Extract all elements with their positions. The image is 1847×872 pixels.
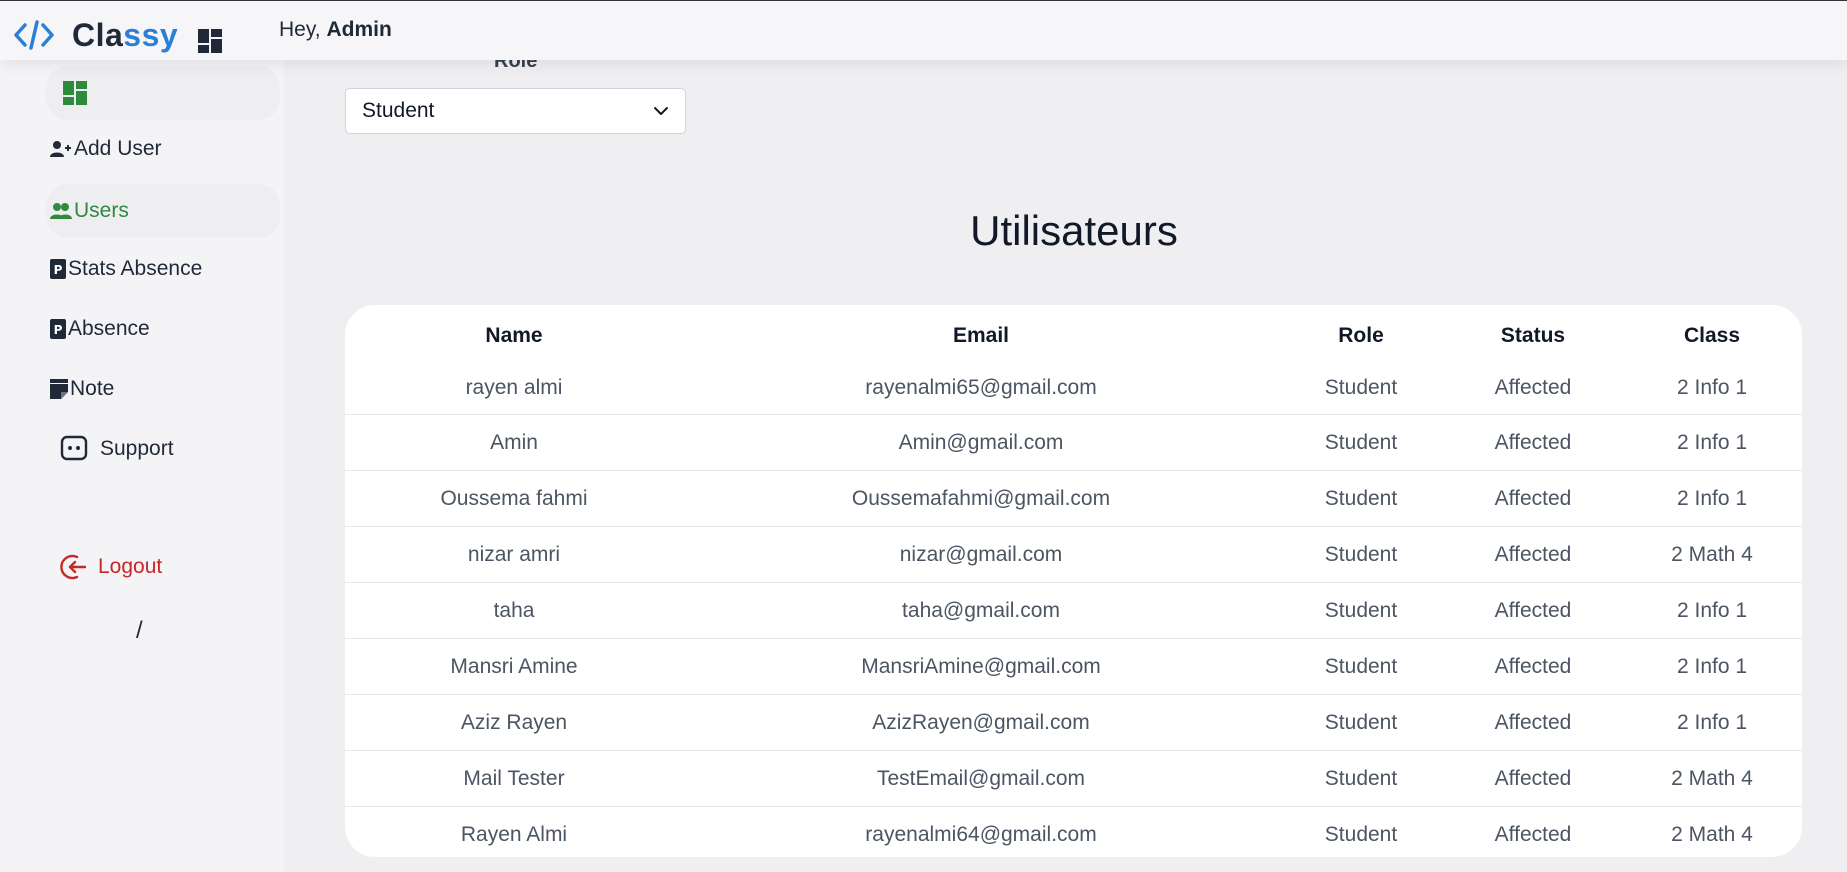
cell-role: Student	[1324, 823, 1398, 846]
cell-email: nizar@gmail.com	[899, 542, 1063, 566]
cell-name: Aziz Rayen	[460, 710, 568, 734]
cell-role: Student	[1324, 486, 1398, 510]
column-header-role[interactable]: Role	[1338, 324, 1384, 348]
cell-name: Mansri Amine	[450, 654, 578, 678]
table-row[interactable]: taha taha@gmail.com Student Affected 2 I…	[345, 583, 1802, 639]
cell-class: 2 Math 4	[1671, 542, 1753, 566]
greeting: Hey, Admin	[279, 18, 392, 42]
cell-email: TestEmail@gmail.com	[876, 766, 1086, 790]
cell-role: Student	[1324, 598, 1398, 622]
cell-status: Affected	[1494, 710, 1572, 734]
cell-role: Student	[1324, 542, 1398, 566]
cell-email: rayenalmi65@gmail.com	[865, 375, 1097, 399]
logo-text-part2: ssy	[123, 17, 179, 53]
cell-role: Student	[1324, 654, 1398, 678]
cell-status: Affected	[1494, 654, 1572, 678]
column-header-email[interactable]: Email	[953, 324, 1009, 348]
sidebar-item-note[interactable]: Note	[46, 362, 280, 416]
cell-name: taha	[493, 598, 535, 622]
cell-class: 2 Info 1	[1676, 486, 1748, 510]
table-row[interactable]: Rayen Almi rayenalmi64@gmail.com Student…	[345, 807, 1802, 857]
cell-status: Affected	[1494, 766, 1572, 790]
sidebar-item-dashboard[interactable]	[46, 66, 280, 120]
cell-status: Affected	[1494, 486, 1572, 510]
sidebar: Add User Users P Stats Absence P Absence…	[0, 60, 284, 872]
cell-role: Student	[1324, 766, 1398, 790]
cell-email: rayenalmi64@gmail.com	[865, 823, 1097, 846]
greeting-user: Admin	[326, 18, 392, 41]
cell-name: nizar amri	[467, 542, 561, 566]
sidebar-item-add-user[interactable]: Add User	[46, 122, 280, 176]
cell-email: Oussemafahmi@gmail.com	[851, 486, 1111, 510]
parking-icon: P	[50, 259, 66, 279]
table-row[interactable]: Mansri Amine MansriAmine@gmail.com Stude…	[345, 639, 1802, 695]
chat-icon	[60, 435, 88, 463]
column-header-status[interactable]: Status	[1501, 324, 1565, 348]
sidebar-item-label: Support	[100, 437, 174, 460]
column-header-class[interactable]: Class	[1684, 324, 1740, 348]
cell-name: Rayen Almi	[460, 823, 568, 846]
role-select-value: Student	[362, 99, 435, 122]
table-row[interactable]: Amin Amin@gmail.com Student Affected 2 I…	[345, 415, 1802, 471]
cell-class: 2 Info 1	[1676, 654, 1748, 678]
cell-class: 2 Math 4	[1671, 766, 1753, 790]
cell-class: 2 Info 1	[1676, 598, 1748, 622]
svg-text:P: P	[54, 323, 63, 337]
svg-text:P: P	[54, 263, 63, 277]
cell-status: Affected	[1494, 430, 1572, 454]
sidebar-item-absence[interactable]: P Absence	[46, 302, 280, 356]
cell-class: 2 Info 1	[1676, 430, 1748, 454]
dashboard-toggle-icon[interactable]	[197, 28, 223, 54]
sidebar-item-label: Absence	[68, 317, 150, 340]
cell-name: Mail Tester	[463, 766, 565, 790]
cell-role: Student	[1324, 710, 1398, 734]
page-title: Utilisateurs	[970, 207, 1178, 254]
app-logo: Classy	[72, 17, 178, 54]
cell-status: Affected	[1494, 542, 1572, 566]
cell-email: AzizRayen@gmail.com	[872, 710, 1090, 734]
dashboard-icon	[63, 81, 87, 105]
table-header-row: Name Email Role Status Class	[345, 305, 1802, 361]
note-icon	[50, 379, 68, 399]
sidebar-footer-text: /	[136, 617, 143, 644]
role-select[interactable]: Student	[345, 88, 686, 134]
top-bar: Classy Hey, Admin	[0, 0, 1847, 60]
sidebar-item-label: Stats Absence	[68, 257, 203, 280]
logout-icon	[60, 553, 88, 581]
users-table: Name Email Role Status Class rayen almi …	[345, 305, 1802, 857]
cell-class: 2 Math 4	[1671, 823, 1753, 846]
chevron-down-icon	[654, 107, 668, 115]
parking-icon: P	[50, 319, 66, 339]
user-plus-icon	[50, 140, 72, 158]
sidebar-item-label: Note	[70, 377, 115, 400]
logout-button[interactable]: Logout	[60, 553, 162, 581]
cell-status: Affected	[1494, 375, 1572, 399]
table-row[interactable]: rayen almi rayenalmi65@gmail.com Student…	[345, 361, 1802, 415]
logout-label: Logout	[98, 555, 163, 578]
cell-email: taha@gmail.com	[902, 598, 1060, 622]
code-icon	[14, 20, 54, 50]
cell-role: Student	[1324, 375, 1398, 399]
cell-role: Student	[1324, 430, 1398, 454]
greeting-prefix: Hey,	[279, 18, 327, 41]
cell-name: Oussema fahmi	[440, 486, 588, 510]
sidebar-item-support[interactable]: Support	[46, 422, 280, 476]
cell-email: Amin@gmail.com	[898, 430, 1064, 454]
cell-name: rayen almi	[465, 375, 563, 399]
table-row[interactable]: nizar amri nizar@gmail.com Student Affec…	[345, 527, 1802, 583]
cell-email: MansriAmine@gmail.com	[861, 654, 1101, 678]
cell-name: Amin	[490, 430, 538, 454]
cell-status: Affected	[1494, 823, 1572, 846]
table-row[interactable]: Mail Tester TestEmail@gmail.com Student …	[345, 751, 1802, 807]
column-header-name[interactable]: Name	[485, 324, 542, 348]
cell-class: 2 Info 1	[1676, 710, 1748, 734]
logo-text-part1: Cla	[72, 17, 124, 53]
table-row[interactable]: Aziz Rayen AzizRayen@gmail.com Student A…	[345, 695, 1802, 751]
cell-status: Affected	[1494, 598, 1572, 622]
table-row[interactable]: Oussema fahmi Oussemafahmi@gmail.com Stu…	[345, 471, 1802, 527]
sidebar-item-label: Add User	[74, 137, 162, 160]
cell-class: 2 Info 1	[1676, 375, 1748, 399]
